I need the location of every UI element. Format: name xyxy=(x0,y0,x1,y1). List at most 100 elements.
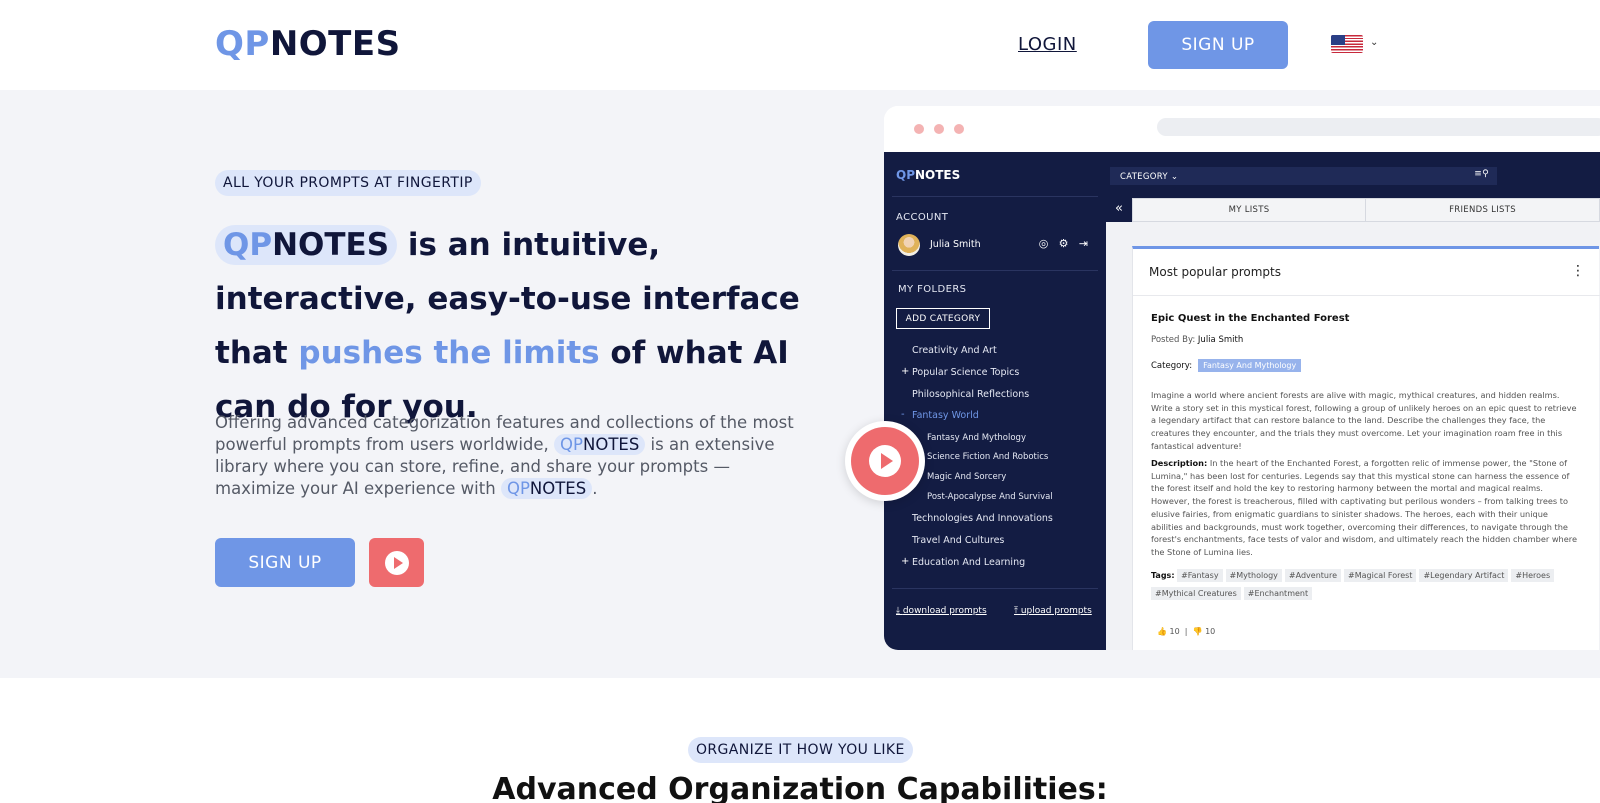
mockup-topbar: CATEGORY ⌄ ≡⚲ xyxy=(1106,152,1600,198)
category-select[interactable]: CATEGORY ⌄ ≡⚲ xyxy=(1110,167,1497,185)
prompt-title: Epic Quest in the Enchanted Forest xyxy=(1151,313,1350,324)
divider xyxy=(1133,295,1600,296)
window-dot xyxy=(954,124,964,134)
upload-prompts-link[interactable]: ⤒ upload prompts xyxy=(1014,606,1092,616)
play-icon xyxy=(869,445,901,477)
category-tag[interactable]: Fantasy And Mythology xyxy=(1198,359,1302,372)
subfolder-item[interactable]: Science Fiction And Robotics xyxy=(927,452,1048,462)
us-flag-icon[interactable] xyxy=(1331,35,1363,53)
hero-section: ALL YOUR PROMPTS AT FINGERTIP QPNOTES is… xyxy=(0,90,1600,678)
tag[interactable]: #Enchantment xyxy=(1243,587,1313,600)
hero-tagline: ALL YOUR PROMPTS AT FINGERTIP xyxy=(215,170,481,196)
logo-notes: NOTES xyxy=(269,24,401,64)
hero-headline: QPNOTES is an intuitive, interactive, ea… xyxy=(215,218,815,434)
tag[interactable]: #Heroes xyxy=(1511,569,1555,582)
mockup-tabs: « MY LISTS FRIENDS LISTS xyxy=(1106,198,1600,222)
chevron-down-icon[interactable]: ⌄ xyxy=(1370,37,1378,48)
tag[interactable]: #Magical Forest xyxy=(1344,569,1417,582)
folder-item[interactable]: Education And Learning xyxy=(912,557,1025,568)
folder-item-active[interactable]: Fantasy World xyxy=(912,410,979,421)
expand-plus-icon[interactable]: + xyxy=(901,556,909,567)
subfolder-item[interactable]: Magic And Sorcery xyxy=(927,472,1006,482)
desc-brand-pill-1: QPNOTES xyxy=(554,434,646,455)
mockup-main: CATEGORY ⌄ ≡⚲ « MY LISTS FRIENDS LISTS Mo… xyxy=(1106,152,1600,650)
search-icon[interactable]: ≡⚲ xyxy=(1474,169,1489,179)
mockup-logo-qp: QP xyxy=(896,168,915,182)
app-mockup: QPNOTES ACCOUNT Julia Smith ◎ ⚙ ⇥ MY FOL… xyxy=(884,106,1600,650)
more-options-icon[interactable]: ⋮ xyxy=(1571,263,1585,279)
category-select-label: CATEGORY xyxy=(1120,172,1168,182)
tag[interactable]: #Adventure xyxy=(1284,569,1342,582)
play-video-button[interactable] xyxy=(369,538,424,587)
likes-count: 10 xyxy=(1169,627,1180,636)
tag[interactable]: #Mythology xyxy=(1225,569,1282,582)
desc-part3: . xyxy=(592,479,598,498)
collapse-minus-icon[interactable]: - xyxy=(901,409,905,420)
tag[interactable]: #Mythical Creatures xyxy=(1151,587,1241,600)
subfolder-item[interactable]: Fantasy And Mythology xyxy=(927,433,1026,443)
vote-bar: 👍 10 | 👎 10 xyxy=(1157,627,1216,636)
posted-by-name: Julia Smith xyxy=(1197,335,1244,345)
address-bar xyxy=(1157,118,1600,136)
hero-description: Offering advanced categorization feature… xyxy=(215,412,795,500)
collapse-sidebar-icon[interactable]: « xyxy=(1106,198,1132,222)
download-label: download prompts xyxy=(902,606,987,616)
window-dot xyxy=(934,124,944,134)
tab-my-lists[interactable]: MY LISTS xyxy=(1132,198,1366,222)
headline-accent: pushes the limits xyxy=(298,335,600,371)
signup-button-header[interactable]: SIGN UP xyxy=(1148,21,1288,69)
subfolder-item[interactable]: Post-Apocalypse And Survival xyxy=(927,492,1053,502)
user-name: Julia Smith xyxy=(930,239,981,250)
add-category-button[interactable]: ADD CATEGORY xyxy=(896,308,990,329)
site-header: QPNOTES LOGIN SIGN UP ⌄ xyxy=(0,0,1600,90)
description-text: In the heart of the Enchanted Forest, a … xyxy=(1151,458,1578,557)
headline-qp: QP xyxy=(223,227,273,263)
prompt-author: Posted By: Julia Smith xyxy=(1151,335,1243,345)
prompt-description: Description: In the heart of the Enchant… xyxy=(1151,457,1581,559)
profile-icon[interactable]: ◎ xyxy=(1037,237,1050,250)
mockup-logo-notes: NOTES xyxy=(915,168,961,182)
prompt-card: Most popular prompts ⋮ Epic Quest in the… xyxy=(1132,246,1600,650)
desc-qp-2: QP xyxy=(506,479,530,498)
login-link[interactable]: LOGIN xyxy=(1018,34,1077,55)
site-logo[interactable]: QPNOTES xyxy=(215,24,401,64)
play-icon xyxy=(384,550,409,575)
desc-notes-1: NOTES xyxy=(582,435,640,454)
mockup-logo: QPNOTES xyxy=(896,168,960,182)
desc-notes-2: NOTES xyxy=(529,479,587,498)
headline-notes: NOTES xyxy=(272,227,390,263)
folder-item[interactable]: Popular Science Topics xyxy=(912,367,1019,378)
folder-item[interactable]: Travel And Cultures xyxy=(912,535,1004,546)
section-title: Advanced Organization Capabilities: xyxy=(492,772,1108,803)
prompt-body: Imagine a world where ancient forests ar… xyxy=(1151,390,1577,451)
avatar xyxy=(898,234,920,256)
tag[interactable]: #Fantasy xyxy=(1177,569,1223,582)
card-title: Most popular prompts xyxy=(1149,265,1281,279)
divider xyxy=(892,270,1098,271)
mockup-sidebar: QPNOTES ACCOUNT Julia Smith ◎ ⚙ ⇥ MY FOL… xyxy=(884,152,1106,650)
account-label: ACCOUNT xyxy=(896,212,949,223)
folder-item[interactable]: Philosophical Reflections xyxy=(912,389,1029,400)
logo-qp: QP xyxy=(215,24,270,64)
prompt-category: Category: Fantasy And Mythology xyxy=(1151,359,1302,372)
desc-qp-1: QP xyxy=(560,435,583,454)
upload-label: upload prompts xyxy=(1020,606,1092,616)
expand-plus-icon[interactable]: + xyxy=(901,366,909,377)
thumbs-up-icon[interactable]: 👍 xyxy=(1157,627,1167,636)
big-play-button[interactable] xyxy=(845,421,925,501)
folder-item[interactable]: Creativity And Art xyxy=(912,345,997,356)
description-label: Description: xyxy=(1151,458,1208,468)
logout-icon[interactable]: ⇥ xyxy=(1077,237,1090,250)
thumbs-down-icon[interactable]: 👎 xyxy=(1193,627,1203,636)
tab-friends-lists[interactable]: FRIENDS LISTS xyxy=(1365,198,1600,222)
folder-item[interactable]: Technologies And Innovations xyxy=(912,513,1053,524)
browser-bar xyxy=(884,106,1600,152)
download-prompts-link[interactable]: ⤓ download prompts xyxy=(896,606,987,616)
tag[interactable]: #Legendary Artifact xyxy=(1419,569,1509,582)
gear-icon[interactable]: ⚙ xyxy=(1057,237,1070,250)
divider xyxy=(892,196,1098,197)
prompt-tags: Tags: #Fantasy #Mythology #Adventure #Magic… xyxy=(1151,567,1591,603)
desc-brand-pill-2: QPNOTES xyxy=(500,478,593,499)
headline-brand-pill: QPNOTES xyxy=(215,225,398,265)
signup-button-hero[interactable]: SIGN UP xyxy=(215,538,355,587)
